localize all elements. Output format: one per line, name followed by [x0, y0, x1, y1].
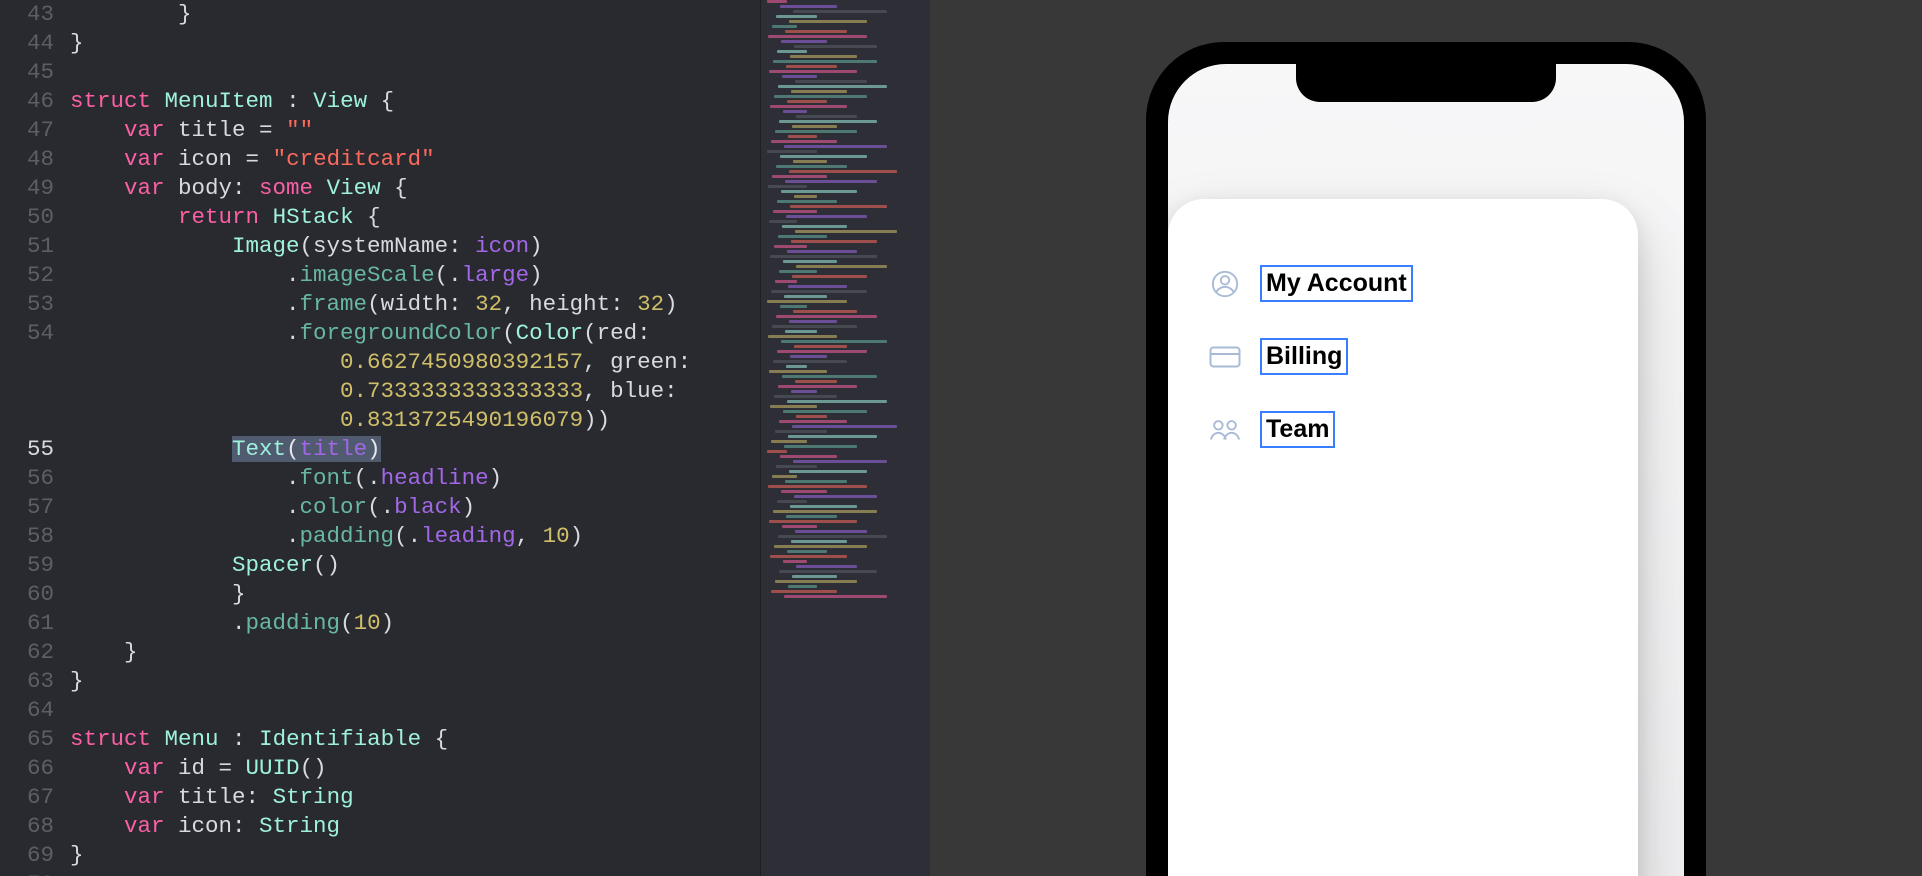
preview-canvas[interactable]: My Account Billing — [930, 0, 1922, 876]
menu-item-team[interactable]: Team — [1208, 403, 1598, 476]
device-frame: My Account Billing — [1146, 42, 1706, 876]
team-icon — [1208, 413, 1242, 447]
person-circle-icon — [1208, 267, 1242, 301]
code-editor[interactable]: 434445464748495051525354 555657585960616… — [0, 0, 930, 876]
line-gutter: 434445464748495051525354 555657585960616… — [0, 0, 70, 876]
menu-item-account[interactable]: My Account — [1208, 257, 1598, 330]
menu-item-label[interactable]: Team — [1260, 411, 1335, 448]
menu-item-label[interactable]: Billing — [1260, 338, 1348, 375]
device-notch — [1296, 64, 1556, 102]
menu-item-label[interactable]: My Account — [1260, 265, 1413, 302]
device-screen: My Account Billing — [1168, 64, 1684, 876]
creditcard-icon — [1208, 340, 1242, 374]
content-card: My Account Billing — [1168, 199, 1638, 876]
menu-item-billing[interactable]: Billing — [1208, 330, 1598, 403]
minimap[interactable] — [760, 0, 930, 876]
